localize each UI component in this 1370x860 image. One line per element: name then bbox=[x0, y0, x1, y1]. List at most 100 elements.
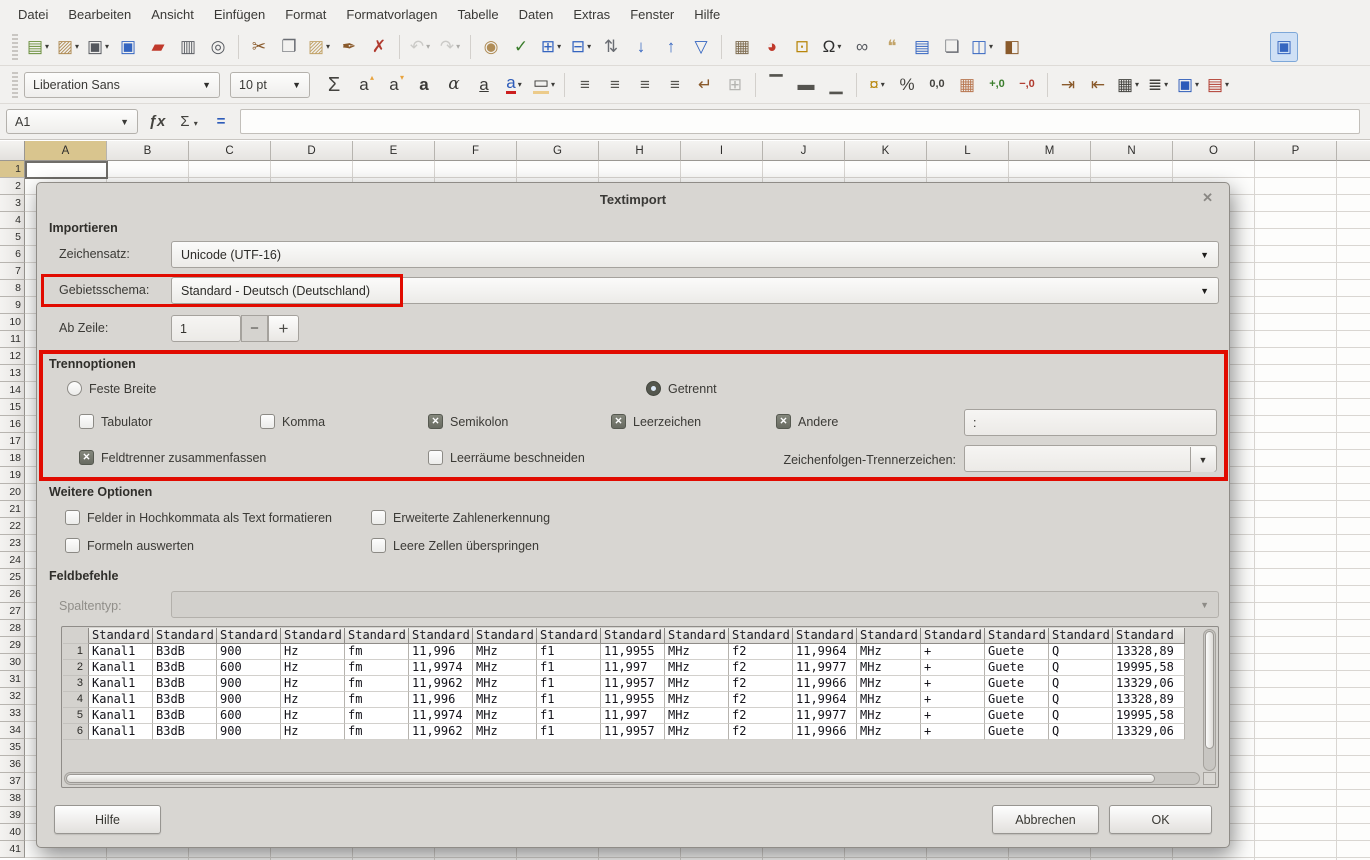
delete-decimal-icon[interactable]: −,0 bbox=[1013, 70, 1041, 100]
row-header-11[interactable]: 11 bbox=[0, 331, 25, 348]
checkbox-icon[interactable] bbox=[371, 510, 386, 525]
row-header-35[interactable]: 35 bbox=[0, 739, 25, 756]
row-header-15[interactable]: 15 bbox=[0, 399, 25, 416]
preview-column-header-9[interactable]: Standard bbox=[601, 628, 665, 644]
cancel-button[interactable]: Abbrechen bbox=[992, 805, 1099, 834]
print-icon[interactable]: ▥ bbox=[174, 32, 202, 62]
checkbox-icon[interactable] bbox=[776, 414, 791, 429]
new-spreadsheet-icon[interactable]: ▤▾ bbox=[24, 32, 52, 62]
row-header-24[interactable]: 24 bbox=[0, 552, 25, 569]
sidebar-icon[interactable]: ▣ bbox=[1270, 32, 1298, 62]
menu-einfgen[interactable]: Einfügen bbox=[204, 2, 275, 27]
copy-icon[interactable]: ❐ bbox=[275, 32, 303, 62]
column-header-k[interactable]: K bbox=[845, 141, 927, 161]
menu-hilfe[interactable]: Hilfe bbox=[684, 2, 730, 27]
menu-daten[interactable]: Daten bbox=[509, 2, 564, 27]
row-header-8[interactable]: 8 bbox=[0, 280, 25, 297]
row-header-36[interactable]: 36 bbox=[0, 756, 25, 773]
menu-bearbeiten[interactable]: Bearbeiten bbox=[58, 2, 141, 27]
row-header-29[interactable]: 29 bbox=[0, 637, 25, 654]
checkbox-icon[interactable] bbox=[79, 414, 94, 429]
insert-row-icon[interactable]: ⊞▾ bbox=[537, 32, 565, 62]
chevron-down-icon[interactable]: ▼ bbox=[1200, 250, 1209, 260]
preview-column-header-4[interactable]: Standard bbox=[281, 628, 345, 644]
row-header-17[interactable]: 17 bbox=[0, 433, 25, 450]
row-header-39[interactable]: 39 bbox=[0, 807, 25, 824]
formula-input[interactable] bbox=[240, 109, 1360, 134]
column-header-q[interactable]: Q bbox=[1337, 141, 1370, 161]
increase-indent-icon[interactable]: ⇥ bbox=[1054, 70, 1082, 100]
sort-descending-icon[interactable]: ↓ bbox=[627, 32, 655, 62]
row-header-26[interactable]: 26 bbox=[0, 586, 25, 603]
other-separator-input[interactable]: : bbox=[964, 409, 1217, 436]
checkbox-icon[interactable] bbox=[611, 414, 626, 429]
radio-icon[interactable] bbox=[67, 381, 82, 396]
menu-ansicht[interactable]: Ansicht bbox=[141, 2, 204, 27]
locale-combo[interactable]: Standard - Deutsch (Deutschland) ▼ bbox=[171, 277, 1219, 304]
row-header-22[interactable]: 22 bbox=[0, 518, 25, 535]
menu-datei[interactable]: Datei bbox=[8, 2, 58, 27]
row-header-30[interactable]: 30 bbox=[0, 654, 25, 671]
column-header-d[interactable]: D bbox=[271, 141, 353, 161]
row-header-5[interactable]: 5 bbox=[0, 229, 25, 246]
menu-format[interactable]: Format bbox=[275, 2, 336, 27]
insert-pivot-table-icon[interactable]: ⊡ bbox=[788, 32, 816, 62]
row-header-32[interactable]: 32 bbox=[0, 688, 25, 705]
checkbox-icon[interactable] bbox=[428, 450, 443, 465]
font-color-icon[interactable]: a▾ bbox=[500, 70, 528, 100]
radio-icon[interactable] bbox=[646, 381, 661, 396]
equals-icon[interactable]: = bbox=[208, 113, 234, 130]
add-decimal-icon[interactable]: +,0 bbox=[983, 70, 1011, 100]
align-top-icon[interactable]: ▔ bbox=[762, 70, 790, 100]
close-icon[interactable]: ✕ bbox=[1202, 190, 1213, 206]
row-header-37[interactable]: 37 bbox=[0, 773, 25, 790]
detect-numbers-checkbox[interactable]: Erweiterte Zahlenerkennung bbox=[371, 510, 550, 525]
row-header-16[interactable]: 16 bbox=[0, 416, 25, 433]
row-header-3[interactable]: 3 bbox=[0, 195, 25, 212]
preview-column-header-12[interactable]: Standard bbox=[793, 628, 857, 644]
italic-icon[interactable]: α bbox=[440, 70, 468, 100]
semicolon-checkbox[interactable]: Semikolon bbox=[428, 414, 508, 429]
export-pdf-icon[interactable]: ▰ bbox=[144, 32, 172, 62]
row-header-4[interactable]: 4 bbox=[0, 212, 25, 229]
preview-column-header-14[interactable]: Standard bbox=[921, 628, 985, 644]
preview-column-header-10[interactable]: Standard bbox=[665, 628, 729, 644]
wrap-text-icon[interactable]: ↵ bbox=[691, 70, 719, 100]
row-header-38[interactable]: 38 bbox=[0, 790, 25, 807]
row-header-34[interactable]: 34 bbox=[0, 722, 25, 739]
align-left-icon[interactable]: ≡ bbox=[571, 70, 599, 100]
preview-column-header-6[interactable]: Standard bbox=[409, 628, 473, 644]
row-header-40[interactable]: 40 bbox=[0, 824, 25, 841]
column-header-p[interactable]: P bbox=[1255, 141, 1337, 161]
row-header-10[interactable]: 10 bbox=[0, 314, 25, 331]
conditional-formatting-icon[interactable]: ▤▾ bbox=[1204, 70, 1232, 100]
special-character-icon[interactable]: Ω▾ bbox=[818, 32, 846, 62]
skip-empty-checkbox[interactable]: Leere Zellen überspringen bbox=[371, 538, 539, 553]
preview-vertical-scrollbar[interactable] bbox=[1203, 629, 1216, 771]
scrollbar-thumb[interactable] bbox=[66, 774, 1155, 783]
insert-chart-icon[interactable]: ◕ bbox=[758, 32, 786, 62]
number-format-icon[interactable]: 0,0 bbox=[923, 70, 951, 100]
column-header-g[interactable]: G bbox=[517, 141, 599, 161]
function-wizard-icon[interactable]: ƒx bbox=[144, 113, 170, 130]
chevron-down-icon[interactable]: ▼ bbox=[1200, 286, 1209, 296]
row-header-20[interactable]: 20 bbox=[0, 484, 25, 501]
bold-icon[interactable]: a bbox=[410, 70, 438, 100]
align-center-icon[interactable]: ≡ bbox=[601, 70, 629, 100]
column-header-h[interactable]: H bbox=[599, 141, 681, 161]
insert-comment-icon[interactable]: ❝ bbox=[878, 32, 906, 62]
find-replace-icon[interactable]: ◉ bbox=[477, 32, 505, 62]
insert-column-icon[interactable]: ⊟▾ bbox=[567, 32, 595, 62]
preview-column-header-5[interactable]: Standard bbox=[345, 628, 409, 644]
row-header-31[interactable]: 31 bbox=[0, 671, 25, 688]
column-header-o[interactable]: O bbox=[1173, 141, 1255, 161]
space-checkbox[interactable]: Leerzeichen bbox=[611, 414, 701, 429]
decrease-indent-icon[interactable]: ⇤ bbox=[1084, 70, 1112, 100]
selected-cell-a1[interactable] bbox=[25, 161, 108, 179]
date-format-icon[interactable]: ▦ bbox=[953, 70, 981, 100]
column-header-a[interactable]: A bbox=[25, 141, 107, 161]
open-icon[interactable]: ▨▾ bbox=[54, 32, 82, 62]
chevron-down-icon[interactable]: ▼ bbox=[120, 117, 129, 127]
merge-delimiters-checkbox[interactable]: Feldtrenner zusammenfassen bbox=[79, 450, 266, 465]
align-bottom-icon[interactable]: ▁ bbox=[822, 70, 850, 100]
